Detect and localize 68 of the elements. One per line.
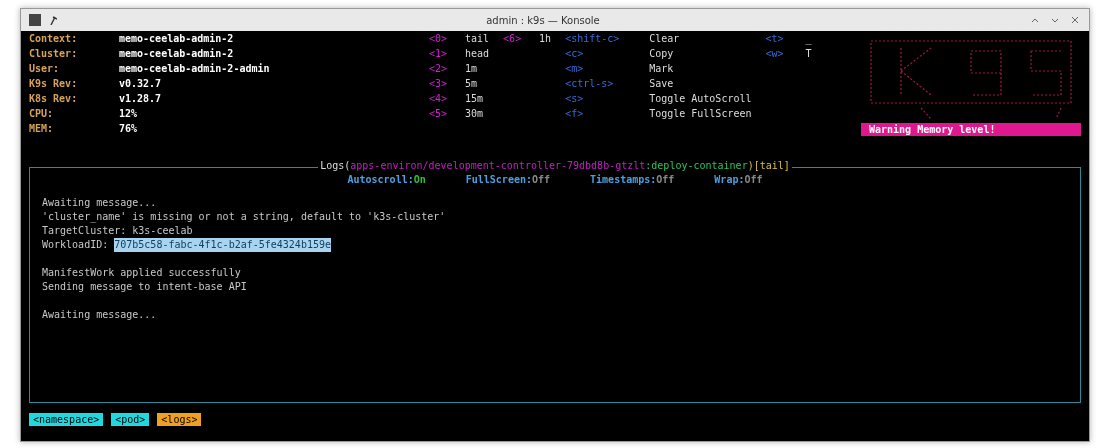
info-value: v1.28.7 — [119, 93, 163, 106]
terminal-icon — [29, 14, 41, 26]
hint-action: head — [465, 48, 490, 61]
chevron-down-icon — [1051, 16, 1059, 24]
toggle-status: Autoscroll:On — [347, 174, 426, 185]
warning-banner: Warning Memory level! — [861, 123, 1081, 136]
breadcrumb[interactable]: <namespace> — [29, 413, 104, 426]
hint-action: Save — [649, 78, 675, 91]
toggle-status: Timestamps:Off — [590, 174, 675, 185]
close-button[interactable] — [1069, 14, 1081, 26]
info-value: 12% — [119, 108, 139, 121]
log-line: 'cluster_name' is missing or not a string, default to 'k3s-cluster' — [42, 210, 446, 224]
log-line: TargetCluster: k3s-ceelab — [42, 224, 193, 238]
log-line: Sending message to intent-base API — [42, 280, 247, 294]
hint-key: <5> — [429, 108, 465, 123]
info-label: Cluster: — [29, 48, 79, 61]
hint-key: <c> — [565, 48, 650, 63]
hint-action: _ — [805, 33, 812, 47]
log-line: Awaiting message... — [42, 308, 157, 322]
breadcrumb[interactable]: <pod> — [111, 413, 150, 426]
hint-key: <m> — [565, 63, 650, 78]
hint-key: <shift-c> — [565, 33, 650, 48]
hint-action: 30m — [465, 108, 485, 121]
hint-action: Mark — [649, 63, 675, 76]
hint-action: 15m — [465, 93, 485, 106]
info-value: memo-ceelab-admin-2 — [119, 33, 235, 46]
hint-action: Clear — [649, 33, 681, 46]
close-icon — [1071, 16, 1079, 24]
panel-title: Logs(apps-environ/development-controller-79dbd8b-gtzlt:deploy-container)[tail] — [318, 160, 792, 171]
hint-action: Copy — [649, 48, 675, 61]
hint-key: <s> — [565, 93, 650, 108]
toggle-status: Wrap:Off — [714, 174, 763, 185]
log-line: ManifestWork applied successfully — [42, 266, 241, 280]
chevron-up-icon — [1031, 16, 1039, 24]
hint-action: T — [805, 48, 812, 61]
hint-action: 1m — [465, 63, 479, 76]
hint-key: <6> — [503, 33, 540, 48]
info-label: K8s Rev: — [29, 93, 79, 106]
info-label: K9s Rev: — [29, 78, 79, 91]
hint-key: <ctrl-s> — [565, 78, 650, 93]
window-title: admin : k9s — Konsole — [485, 14, 601, 26]
hint-action: tail — [465, 33, 490, 46]
breadcrumb[interactable]: <logs> — [157, 413, 202, 426]
info-label: Context: — [29, 33, 79, 46]
toggle-status: FullScreen:Off — [465, 174, 551, 185]
hint-action: Toggle FullScreen — [649, 108, 752, 121]
info-label: User: — [29, 63, 61, 76]
hint-action: Toggle AutoScroll — [649, 93, 752, 106]
hint-key: <1> — [429, 48, 465, 63]
info-value: memo-ceelab-admin-2-admin — [119, 63, 271, 76]
hint-key: <f> — [565, 108, 650, 123]
pin-icon — [49, 15, 57, 25]
info-value: memo-ceelab-admin-2 — [119, 48, 235, 61]
hint-key: <4> — [429, 93, 465, 108]
selected-text: 707b5c58-fabc-4f1c-b2af-5fe4324b159e — [114, 238, 331, 252]
hint-key: <t> — [765, 33, 806, 48]
info-label: MEM: — [29, 123, 55, 136]
hint-key: <2> — [429, 63, 465, 78]
info-value: v0.32.7 — [119, 78, 163, 91]
log-line: WorkloadID: — [42, 238, 110, 252]
info-value: 76% — [119, 123, 139, 136]
log-line: Awaiting message... — [42, 196, 157, 210]
hint-action: 5m — [465, 78, 479, 91]
hint-action: 1h — [539, 33, 552, 46]
hint-key: <w> — [765, 48, 806, 63]
hint-key: <3> — [429, 78, 465, 93]
hint-key: <0> — [429, 33, 465, 48]
info-label: CPU: — [29, 108, 55, 121]
